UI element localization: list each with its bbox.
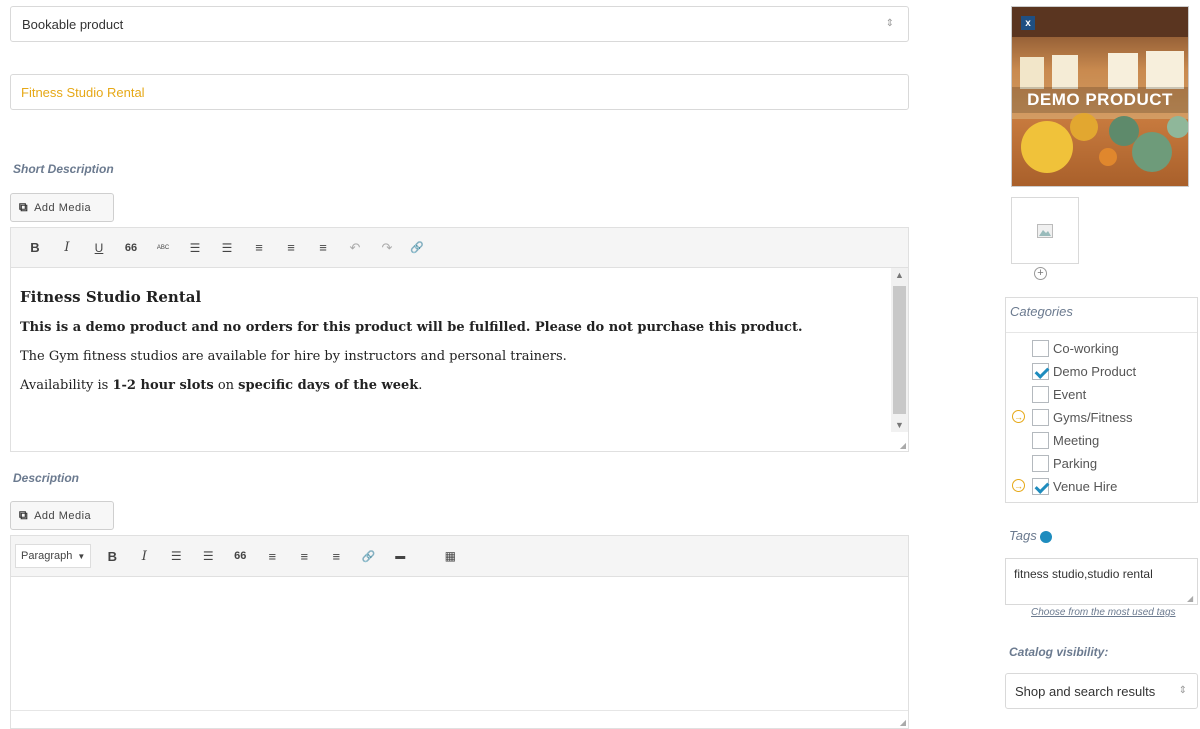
tags-input[interactable]: fitness studio,studio rental <box>1005 558 1198 605</box>
category-label: Co-working <box>1053 340 1119 356</box>
bullet-list-icon[interactable]: ☰ <box>184 237 206 259</box>
content-warning: This is a demo product and no orders for… <box>20 320 803 335</box>
editor-scrollbar[interactable]: ▲ ▼ <box>891 268 908 432</box>
content-line-2: Availability is 1-2 hour slots on specif… <box>20 378 423 393</box>
link-icon[interactable]: 🔗 <box>357 545 379 567</box>
catalog-visibility-select[interactable]: Shop and search results ⇕ <box>1005 673 1198 709</box>
short-description-content: Fitness Studio Rental This is a demo pro… <box>20 288 884 407</box>
select-arrows-icon: ⇕ <box>1178 685 1187 696</box>
short-description-label: Short Description <box>13 162 114 176</box>
category-checkbox[interactable] <box>1032 408 1049 426</box>
align-left-icon[interactable]: ≡ <box>248 237 270 259</box>
add-media-label: Add Media <box>34 509 92 522</box>
align-left-icon[interactable]: ≡ <box>261 545 283 567</box>
add-media-button[interactable]: ⧉ Add Media <box>10 193 114 222</box>
scroll-thumb[interactable] <box>893 286 906 414</box>
add-media-icon: ⧉ <box>19 508 29 522</box>
help-icon[interactable] <box>1039 531 1052 543</box>
format-select-value: Paragraph <box>21 550 73 562</box>
italic-button[interactable]: I <box>133 545 155 567</box>
product-type-select[interactable]: Bookable product ⇕ <box>10 6 909 42</box>
add-gallery-image-icon[interactable]: + <box>1034 267 1047 280</box>
category-checkbox[interactable] <box>1032 454 1049 472</box>
align-center-icon[interactable]: ≡ <box>280 237 302 259</box>
image-placeholder-icon <box>1037 224 1053 238</box>
catalog-visibility-title: Catalog visibility: <box>1009 645 1109 659</box>
underline-button[interactable]: U <box>88 237 110 259</box>
bold-button[interactable]: B <box>101 545 123 567</box>
category-checkbox[interactable] <box>1032 477 1049 495</box>
gallery-image-placeholder[interactable] <box>1011 197 1079 264</box>
chevron-down-icon: ▼ <box>77 551 86 561</box>
featured-image[interactable]: x DEMO PRODUCT <box>1011 6 1189 187</box>
align-right-icon[interactable]: ≡ <box>312 237 334 259</box>
description-footer-bar <box>11 710 908 728</box>
scroll-down-icon[interactable]: ▼ <box>891 420 908 430</box>
resize-handle-icon[interactable]: ◢ <box>900 441 906 450</box>
categories-divider <box>1006 332 1197 333</box>
categories-title: Categories <box>1010 304 1073 319</box>
category-item[interactable]: Parking <box>1032 453 1097 473</box>
resize-handle-icon[interactable]: ◢ <box>1187 594 1193 603</box>
remove-image-icon[interactable]: x <box>1021 16 1035 30</box>
resize-handle-icon[interactable]: ◢ <box>900 718 906 727</box>
kitchen-sink-icon[interactable]: ▦ <box>439 545 461 567</box>
category-checkbox[interactable] <box>1032 362 1049 380</box>
category-checkbox[interactable] <box>1032 385 1049 403</box>
demo-product-overlay: DEMO PRODUCT <box>1012 87 1188 113</box>
content-heading: Fitness Studio Rental <box>20 288 202 306</box>
bullet-list-icon[interactable]: ☰ <box>165 545 187 567</box>
description-label: Description <box>13 471 80 485</box>
category-checkbox[interactable] <box>1032 339 1049 357</box>
category-item[interactable]: Co-working <box>1032 338 1119 358</box>
category-item[interactable]: Meeting <box>1032 430 1099 450</box>
category-label: Parking <box>1053 455 1098 471</box>
blockquote-button[interactable]: 66 <box>120 237 142 259</box>
add-media-label: Add Media <box>34 201 92 214</box>
tags-header: Tags <box>1009 528 1052 543</box>
category-label: Meeting <box>1053 432 1100 448</box>
content-line-1: The Gym fitness studios are available fo… <box>20 349 567 364</box>
categories-panel: Categories Co-working Demo Product Event → G… <box>1005 297 1198 503</box>
category-label: Event <box>1053 386 1087 402</box>
category-arrow-icon: → <box>1012 410 1025 423</box>
numbered-list-icon[interactable]: ☰ <box>197 545 219 567</box>
category-item[interactable]: Event <box>1032 384 1086 404</box>
align-center-icon[interactable]: ≡ <box>293 545 315 567</box>
bold-button[interactable]: B <box>24 237 46 259</box>
product-title-value: Fitness Studio Rental <box>21 84 145 100</box>
italic-button[interactable]: I <box>56 237 78 259</box>
tags-title: Tags <box>1009 528 1037 543</box>
align-right-icon[interactable]: ≡ <box>325 545 347 567</box>
numbered-list-icon[interactable]: ☰ <box>216 237 238 259</box>
category-checkbox[interactable] <box>1032 431 1049 449</box>
description-toolbar: Paragraph ▼ B I ☰ ☰ 66 ≡ ≡ ≡ 🔗 ▬ ▦ <box>10 535 909 577</box>
blockquote-button[interactable]: 66 <box>229 545 251 567</box>
format-select[interactable]: Paragraph ▼ <box>15 544 92 568</box>
redo-icon[interactable]: ↷ <box>376 237 398 259</box>
category-item[interactable]: Demo Product <box>1032 361 1136 381</box>
product-title-input[interactable]: Fitness Studio Rental <box>10 74 909 110</box>
category-label: Demo Product <box>1053 363 1137 379</box>
description-editor[interactable]: ◢ <box>10 577 909 729</box>
product-type-value: Bookable product <box>22 16 124 32</box>
choose-most-used-tags-link[interactable]: Choose from the most used tags <box>1031 607 1176 618</box>
category-label: Gyms/Fitness <box>1053 409 1133 425</box>
add-media-button-description[interactable]: ⧉ Add Media <box>10 501 114 530</box>
category-item[interactable]: Gyms/Fitness <box>1032 407 1132 427</box>
category-arrow-icon: → <box>1012 479 1025 492</box>
short-description-toolbar: B I U 66 ABC ☰ ☰ ≡ ≡ ≡ ↶ ↷ 🔗 <box>10 227 909 268</box>
link-icon[interactable]: 🔗 <box>406 237 428 259</box>
category-item[interactable]: Venue Hire <box>1032 476 1117 496</box>
strikethrough-button[interactable]: ABC <box>152 237 174 259</box>
scroll-up-icon[interactable]: ▲ <box>891 270 908 280</box>
add-media-icon: ⧉ <box>19 200 29 214</box>
short-description-editor[interactable]: Fitness Studio Rental This is a demo pro… <box>10 268 909 452</box>
select-arrows-icon: ⇕ <box>885 18 894 29</box>
read-more-icon[interactable]: ▬ <box>389 545 411 567</box>
catalog-visibility-value: Shop and search results <box>1015 683 1156 699</box>
undo-icon[interactable]: ↶ <box>344 237 366 259</box>
category-label: Venue Hire <box>1053 478 1118 494</box>
